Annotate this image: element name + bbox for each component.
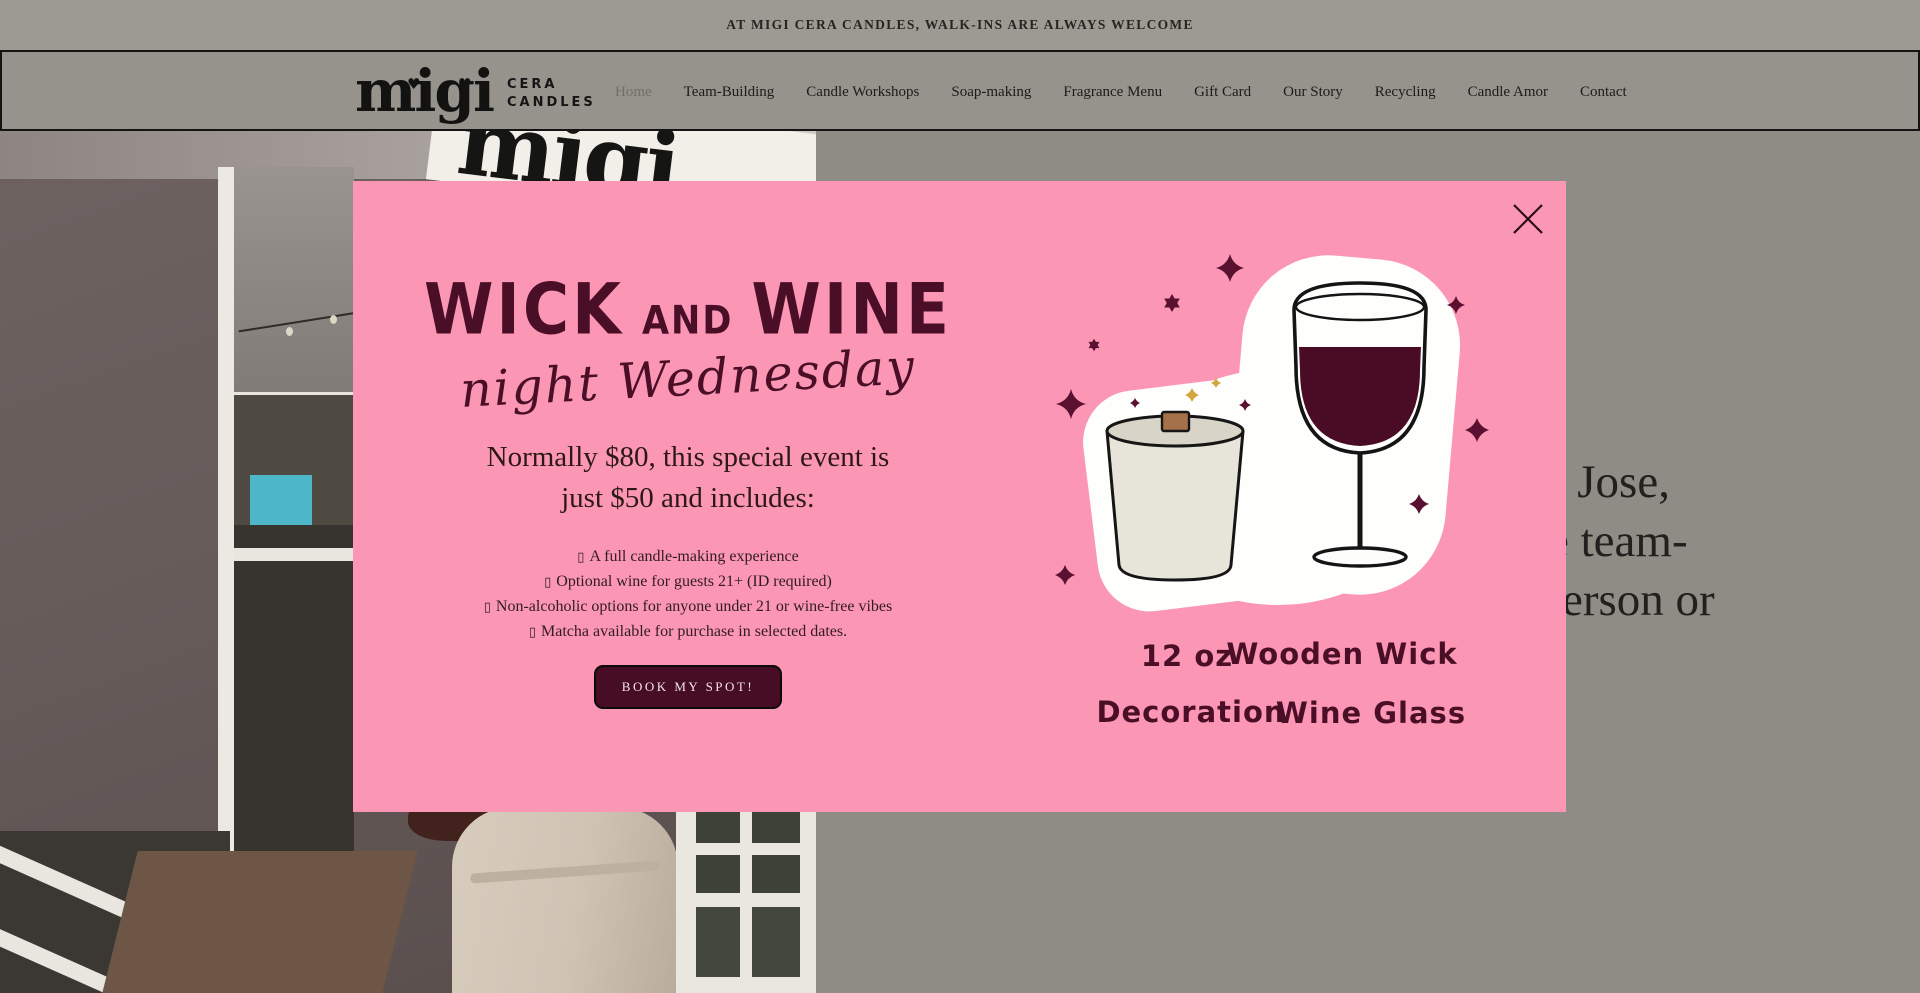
logo-tagline: CERA CANDLES <box>507 76 596 112</box>
feature-item: ▯Optional wine for guests 21+ (ID requir… <box>428 570 948 595</box>
nav-item-gift-card[interactable]: Gift Card <box>1194 84 1251 101</box>
window-glass <box>234 167 354 395</box>
nav-item-recycling[interactable]: Recycling <box>1375 84 1436 101</box>
nav-item-candle-workshops[interactable]: Candle Workshops <box>806 84 919 101</box>
nav-item-candle-amor[interactable]: Candle Amor <box>1468 84 1548 101</box>
door-mullion <box>696 843 800 855</box>
nav-item-soap-making[interactable]: Soap-making <box>951 84 1031 101</box>
emoji-placeholder-icon: ▯ <box>484 600 491 615</box>
emoji-placeholder-icon: ▯ <box>544 575 551 590</box>
nav-item-contact[interactable]: Contact <box>1580 84 1627 101</box>
person <box>452 807 678 993</box>
announcement-text: AT MIGI CERA CANDLES, WALK-INS ARE ALWAY… <box>726 17 1194 33</box>
nav-item-fragrance-menu[interactable]: Fragrance Menu <box>1063 84 1162 101</box>
page-heading-line: erson or <box>1562 573 1715 627</box>
label-decoration: Decoration <box>1096 695 1285 729</box>
popup-copy: WICK AND WINE night Wednesday Normally $… <box>428 273 948 709</box>
nav-item-home[interactable]: Home <box>615 84 652 101</box>
intro-line-2: just $50 and includes: <box>428 478 948 519</box>
label-wine-glass: Wine Glass <box>1276 696 1466 730</box>
light-bulb <box>330 315 337 324</box>
candle-wine-illustration <box>1040 235 1560 635</box>
window-mullion <box>234 548 354 561</box>
door-mullion <box>740 807 752 977</box>
feature-item: ▯Matcha available for purchase in select… <box>428 620 948 645</box>
close-icon[interactable] <box>1508 199 1548 239</box>
popup-intro: Normally $80, this special event is just… <box>428 437 948 519</box>
book-my-spot-button[interactable]: BOOK MY SPOT! <box>594 665 782 709</box>
page: AT MIGI CERA CANDLES, WALK-INS ARE ALWAY… <box>0 0 1920 993</box>
feature-item: ▯A full candle-making experience <box>428 545 948 570</box>
emoji-placeholder-icon: ▯ <box>577 550 584 565</box>
logo-wordmark: migi ♥ ♥ <box>355 62 493 120</box>
popup-feature-list: ▯A full candle-making experience ▯Option… <box>428 545 948 645</box>
light-bulb <box>286 327 293 336</box>
page-heading-line: e team- <box>1548 514 1688 568</box>
title-wick: WICK <box>424 269 624 351</box>
heart-icon: ♥ <box>458 55 471 113</box>
nav-item-team-building[interactable]: Team-Building <box>684 84 775 101</box>
feature-item: ▯Non-alcoholic options for anyone under … <box>428 595 948 620</box>
label-wooden-wick: Wooden Wick <box>1226 637 1457 671</box>
announcement-bar: AT MIGI CERA CANDLES, WALK-INS ARE ALWAY… <box>0 0 1920 50</box>
emoji-placeholder-icon: ▯ <box>529 625 536 640</box>
promo-popup: WICK AND WINE night Wednesday Normally $… <box>353 181 1566 812</box>
label-12oz: 12 oz <box>1141 639 1233 673</box>
candle-graphic <box>1107 412 1243 580</box>
main-nav: Home Team-Building Candle Workshops Soap… <box>615 52 1627 133</box>
site-header: migi ♥ ♥ CERA CANDLES Home Team-Building… <box>0 50 1920 131</box>
heart-icon: ♥ <box>407 55 420 113</box>
intro-line-1: Normally $80, this special event is <box>428 437 948 478</box>
popup-title: WICK AND WINE <box>428 269 948 351</box>
nav-item-our-story[interactable]: Our Story <box>1283 84 1343 101</box>
title-and: AND <box>642 299 733 344</box>
floor <box>102 851 417 993</box>
logo[interactable]: migi ♥ ♥ CERA CANDLES <box>355 62 596 120</box>
